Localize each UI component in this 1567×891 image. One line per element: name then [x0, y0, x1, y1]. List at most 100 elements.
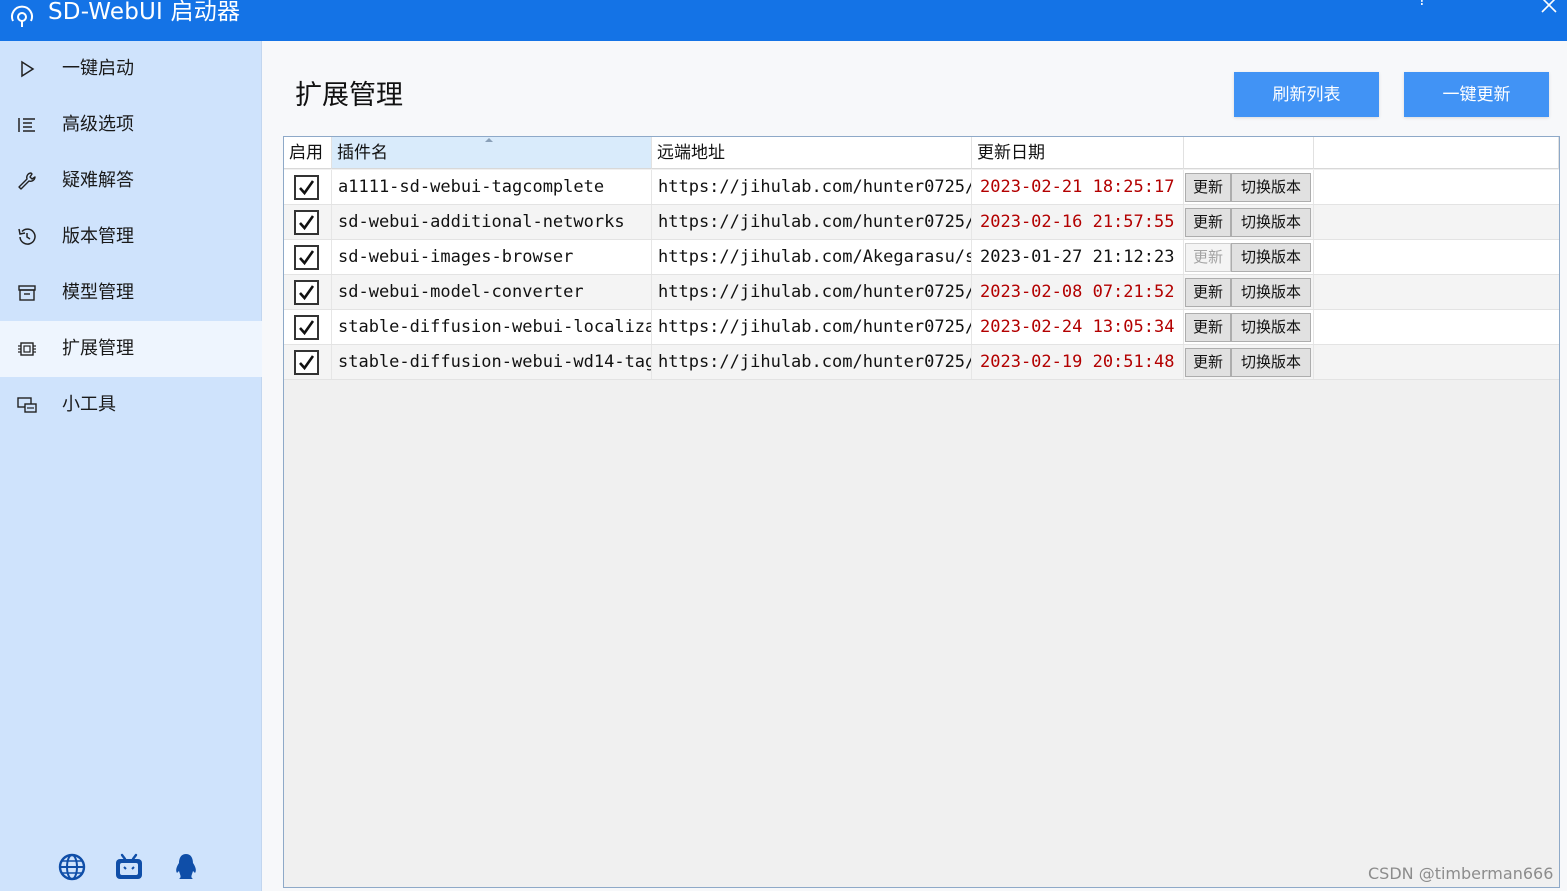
enabled-cell	[284, 310, 332, 344]
update-extension-button[interactable]: 更新	[1185, 313, 1231, 342]
actions-cell: 更新 切换版本	[1184, 345, 1314, 379]
extensions-grid: 启用 插件名 远端地址 更新日期 a1111-sd-webui-tagcompl…	[283, 136, 1560, 888]
extension-name-cell[interactable]: stable-diffusion-webui-localization	[332, 310, 652, 344]
remote-url-cell[interactable]: https://jihulab.com/hunter0725/	[652, 310, 972, 344]
check-icon	[299, 355, 315, 371]
column-header-label: 插件名	[337, 143, 388, 163]
extension-name-cell[interactable]: sd-webui-model-converter	[332, 275, 652, 309]
play-icon	[21, 60, 35, 78]
remote-url-cell[interactable]: https://jihulab.com/hunter0725/	[652, 205, 972, 239]
update-extension-button[interactable]: 更新	[1185, 173, 1231, 202]
sort-ascending-icon	[485, 138, 493, 142]
extension-name-cell[interactable]: sd-webui-images-browser	[332, 240, 652, 274]
table-row: a1111-sd-webui-tagcomplete https://jihula…	[284, 170, 1559, 205]
sidebar-item-models[interactable]: 模型管理	[0, 265, 262, 321]
bilibili-icon[interactable]	[114, 852, 144, 882]
table-row: stable-diffusion-webui-localizationhttps…	[284, 310, 1559, 345]
remote-url-cell[interactable]: https://jihulab.com/hunter0725/	[652, 345, 972, 379]
tools-icon	[17, 397, 37, 413]
update-extension-button[interactable]: 更新	[1185, 348, 1231, 377]
filler-cell	[1314, 205, 1559, 239]
history-icon	[18, 228, 36, 245]
enabled-cell	[284, 275, 332, 309]
enabled-checkbox[interactable]	[294, 350, 319, 375]
check-icon	[299, 250, 315, 266]
column-header-enabled[interactable]: 启用	[284, 137, 332, 169]
actions-cell: 更新 切换版本	[1184, 310, 1314, 344]
app-logo-icon	[11, 5, 33, 27]
sidebar-item-launch[interactable]: 一键启动	[0, 41, 262, 97]
qq-penguin-icon[interactable]	[171, 852, 201, 882]
sidebar-item-label: 疑难解答	[62, 170, 134, 191]
table-row: sd-webui-additional-networks https://jihu…	[284, 205, 1559, 240]
page-title: 扩展管理	[295, 80, 403, 111]
archive-icon	[18, 285, 36, 301]
check-icon	[299, 215, 315, 231]
filler-cell	[1314, 345, 1559, 379]
list-icon	[18, 118, 35, 132]
actions-cell: 更新 切换版本	[1184, 275, 1314, 309]
refresh-list-button[interactable]: 刷新列表	[1234, 72, 1379, 117]
column-header-url[interactable]: 远端地址	[652, 137, 972, 169]
actions-cell: 更新 切换版本	[1184, 170, 1314, 204]
column-header-date[interactable]: 更新日期	[972, 137, 1184, 169]
column-header-filler	[1314, 137, 1559, 169]
update-extension-button[interactable]: 更新	[1185, 243, 1231, 272]
update-all-button[interactable]: 一键更新	[1404, 72, 1549, 117]
switch-version-button[interactable]: 切换版本	[1231, 173, 1311, 202]
watermark: CSDN @timberman666	[1368, 864, 1554, 883]
update-extension-button[interactable]: 更新	[1185, 208, 1231, 237]
update-date-cell: 2023-02-19 20:51:48	[972, 345, 1184, 379]
enabled-checkbox[interactable]	[294, 280, 319, 305]
actions-cell: 更新 切换版本	[1184, 240, 1314, 274]
update-date-cell: 2023-02-08 07:21:52	[972, 275, 1184, 309]
column-header-name[interactable]: 插件名	[332, 137, 652, 169]
check-icon	[299, 180, 315, 196]
table-row: stable-diffusion-webui-wd14-tagger https:…	[284, 345, 1559, 380]
enabled-cell	[284, 240, 332, 274]
extension-name-cell[interactable]: sd-webui-additional-networks	[332, 205, 652, 239]
table-row: sd-webui-images-browser https://jihulab.c…	[284, 240, 1559, 275]
chip-icon	[18, 342, 36, 356]
remote-url-cell[interactable]: https://jihulab.com/Akegarasu/s	[652, 240, 972, 274]
switch-version-button[interactable]: 切换版本	[1231, 313, 1311, 342]
enabled-checkbox[interactable]	[294, 315, 319, 340]
update-extension-button[interactable]: 更新	[1185, 278, 1231, 307]
update-date-cell: 2023-02-24 13:05:34	[972, 310, 1184, 344]
switch-version-button[interactable]: 切换版本	[1231, 208, 1311, 237]
actions-cell: 更新 切换版本	[1184, 205, 1314, 239]
extension-name-cell[interactable]: a1111-sd-webui-tagcomplete	[332, 170, 652, 204]
sidebar-item-version[interactable]: 版本管理	[0, 209, 262, 265]
switch-version-button[interactable]: 切换版本	[1231, 278, 1311, 307]
enabled-cell	[284, 205, 332, 239]
title-bar: SD-WebUI 启动器 ?	[0, 0, 1567, 41]
extension-name-cell[interactable]: stable-diffusion-webui-wd14-tagger	[332, 345, 652, 379]
check-icon	[299, 320, 315, 336]
switch-version-button[interactable]: 切换版本	[1231, 243, 1311, 272]
sidebar-item-extensions[interactable]: 扩展管理	[0, 321, 262, 377]
enabled-cell	[284, 170, 332, 204]
update-date-cell: 2023-01-27 21:12:23	[972, 240, 1184, 274]
enabled-cell	[284, 345, 332, 379]
globe-icon[interactable]	[57, 852, 87, 882]
sidebar-item-troubleshoot[interactable]: 疑难解答	[0, 153, 262, 209]
window-title: SD-WebUI 启动器	[48, 0, 241, 25]
sidebar-item-label: 版本管理	[62, 226, 134, 247]
table-row: sd-webui-model-converter https://jihulab.…	[284, 275, 1559, 310]
sidebar-item-label: 扩展管理	[62, 338, 134, 359]
enabled-checkbox[interactable]	[294, 245, 319, 270]
close-icon[interactable]	[1538, 0, 1560, 16]
enabled-checkbox[interactable]	[294, 175, 319, 200]
update-date-cell: 2023-02-16 21:57:55	[972, 205, 1184, 239]
sidebar-item-tools[interactable]: 小工具	[0, 377, 262, 433]
check-icon	[299, 285, 315, 301]
remote-url-cell[interactable]: https://jihulab.com/hunter0725/	[652, 275, 972, 309]
sidebar: 一键启动 高级选项 疑难解答 版本管理 模型管理 扩展管理 小工具	[0, 41, 262, 891]
switch-version-button[interactable]: 切换版本	[1231, 348, 1311, 377]
enabled-checkbox[interactable]	[294, 210, 319, 235]
remote-url-cell[interactable]: https://jihulab.com/hunter0725/	[652, 170, 972, 204]
help-button[interactable]: ?	[1418, 0, 1427, 9]
sidebar-item-label: 一键启动	[62, 58, 134, 79]
sidebar-item-advanced[interactable]: 高级选项	[0, 97, 262, 153]
update-date-cell: 2023-02-21 18:25:17	[972, 170, 1184, 204]
